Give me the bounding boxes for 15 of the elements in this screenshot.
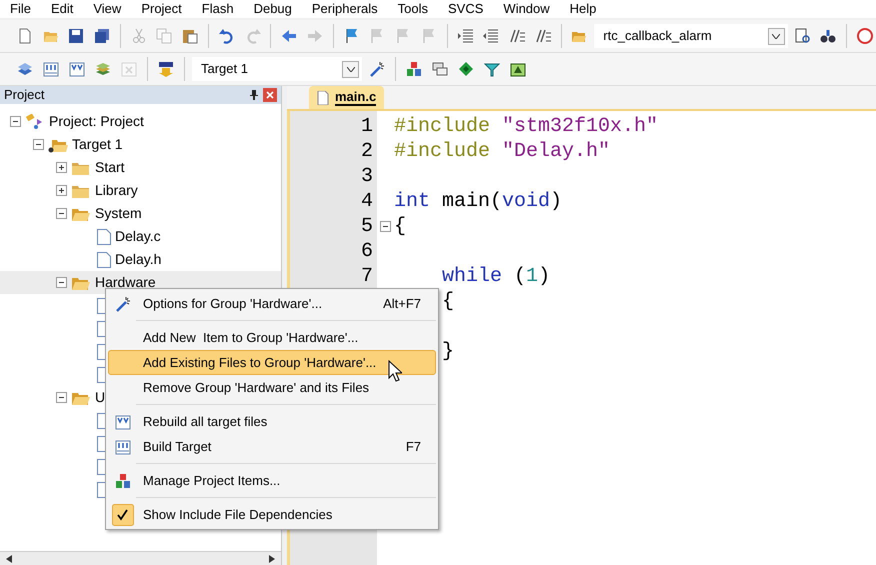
code-line: #include "stm32f10x.h" bbox=[394, 115, 658, 138]
line-number: 4 bbox=[360, 190, 373, 213]
panel-title: Project bbox=[4, 86, 44, 104]
code-line: int main(void) bbox=[394, 190, 562, 213]
code-line: { bbox=[442, 290, 454, 313]
code-line: #include "Delay.h" bbox=[394, 140, 610, 163]
line-number: 2 bbox=[360, 140, 373, 163]
line-number: 6 bbox=[360, 240, 373, 263]
code-line: { bbox=[394, 215, 406, 238]
line-number: 7 bbox=[360, 265, 373, 288]
line-number: 1 bbox=[360, 115, 373, 138]
code-line: while (1) bbox=[442, 265, 550, 288]
line-number: 5 bbox=[360, 215, 373, 238]
line-number: 3 bbox=[360, 165, 373, 188]
code-line: } bbox=[442, 340, 454, 363]
